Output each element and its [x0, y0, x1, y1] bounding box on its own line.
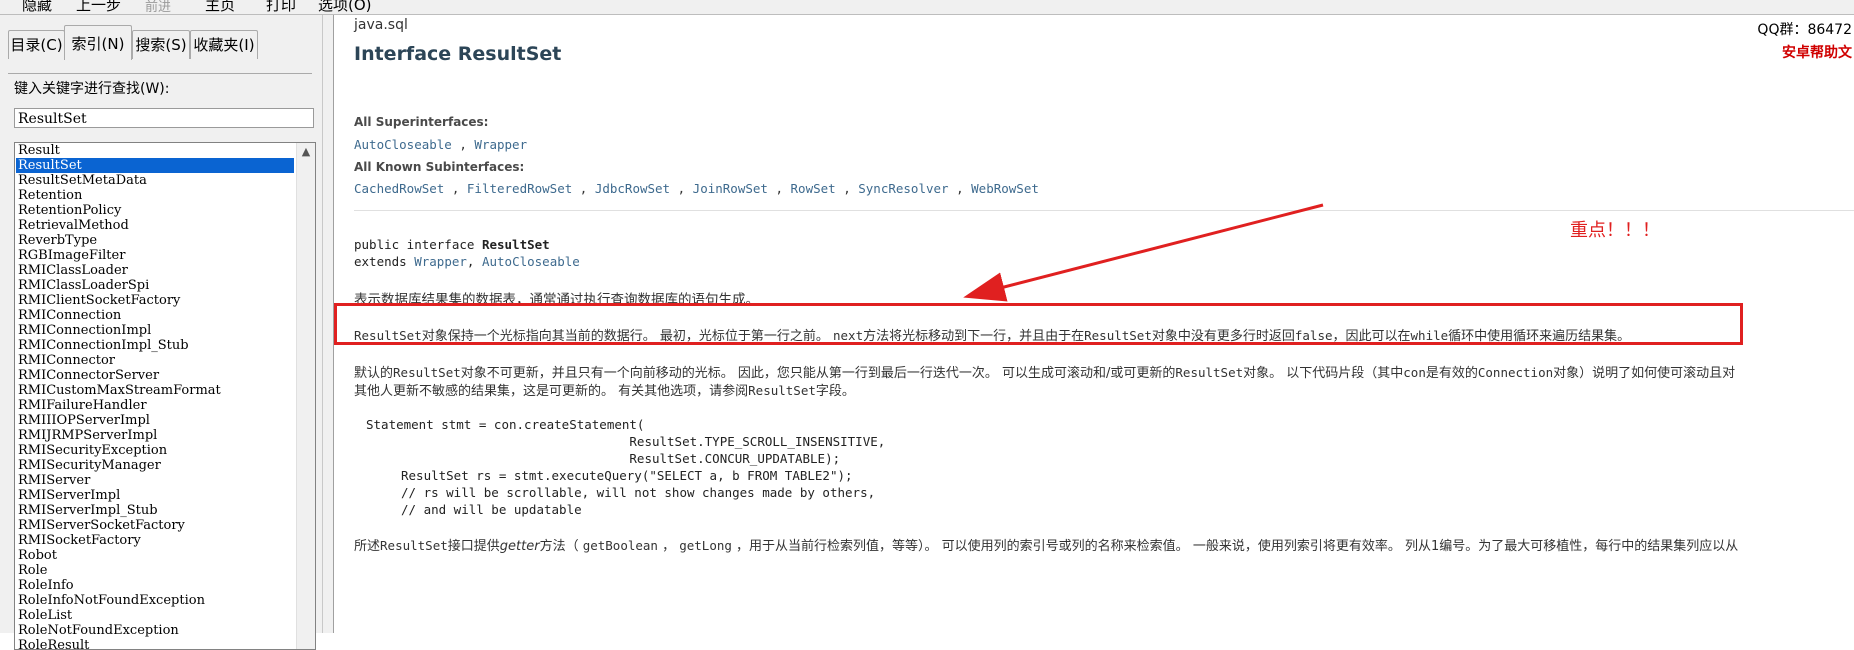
- list-item[interactable]: RoleNotFoundException: [16, 623, 294, 638]
- scroll-up-arrow-icon[interactable]: ▲: [297, 143, 315, 161]
- list-item[interactable]: Retention: [16, 188, 294, 203]
- index-list-items: Result ResultSet ResultSetMetaData Retentio…: [16, 143, 294, 649]
- list-item[interactable]: RetentionPolicy: [16, 203, 294, 218]
- keyword-input[interactable]: ResultSet: [14, 108, 314, 128]
- list-item[interactable]: RMIJRMPServerImpl: [16, 428, 294, 443]
- list-item[interactable]: Result: [16, 143, 294, 158]
- list-item[interactable]: RoleList: [16, 608, 294, 623]
- list-item[interactable]: RMISecurityException: [16, 443, 294, 458]
- list-item[interactable]: RMIServerImpl_Stub: [16, 503, 294, 518]
- index-list[interactable]: Result ResultSet ResultSetMetaData Retentio…: [14, 142, 316, 650]
- list-item[interactable]: RMISocketFactory: [16, 533, 294, 548]
- list-item[interactable]: RMISecurityManager: [16, 458, 294, 473]
- toolbar: 隐藏 上一步 前进 主页 打印 选项(O): [0, 0, 1854, 15]
- list-item[interactable]: RMIServerImpl: [16, 488, 294, 503]
- list-item[interactable]: RMIConnector: [16, 353, 294, 368]
- list-item[interactable]: RMIConnection: [16, 308, 294, 323]
- tab-divider: [8, 73, 312, 74]
- home-button[interactable]: 主页: [205, 0, 235, 14]
- document-pane: java.sql Interface ResultSet QQ群：86472 安…: [334, 15, 1854, 633]
- list-item[interactable]: RMIClassLoaderSpi: [16, 278, 294, 293]
- index-list-scrollbar[interactable]: ▲: [296, 143, 315, 649]
- list-item[interactable]: RMIConnectorServer: [16, 368, 294, 383]
- tab-search[interactable]: 搜索(S): [132, 30, 190, 59]
- tab-index[interactable]: 索引(N): [64, 25, 132, 60]
- list-item[interactable]: RMIFailureHandler: [16, 398, 294, 413]
- list-item[interactable]: RoleInfoNotFoundException: [16, 593, 294, 608]
- annotation-arrow-icon: [963, 203, 1324, 302]
- hide-button[interactable]: 隐藏: [22, 0, 52, 14]
- list-item[interactable]: Role: [16, 563, 294, 578]
- list-item[interactable]: ResultSet: [16, 158, 294, 173]
- tab-favorites[interactable]: 收藏夹(I): [190, 30, 258, 59]
- list-item[interactable]: RoleInfo: [16, 578, 294, 593]
- list-item[interactable]: RGBImageFilter: [16, 248, 294, 263]
- list-item[interactable]: RMIConnectionImpl_Stub: [16, 338, 294, 353]
- list-item[interactable]: ReverbType: [16, 233, 294, 248]
- pane-splitter[interactable]: [322, 15, 334, 633]
- list-item[interactable]: RMIIIOPServerImpl: [16, 413, 294, 428]
- list-item[interactable]: RMIClientSocketFactory: [16, 293, 294, 308]
- list-item[interactable]: RoleResult: [16, 638, 294, 649]
- list-item[interactable]: ResultSetMetaData: [16, 173, 294, 188]
- navigation-pane: 目录(C) 索引(N) 搜索(S) 收藏夹(I) 键入关键字进行查找(W): R…: [0, 15, 322, 650]
- list-item[interactable]: RMIServer: [16, 473, 294, 488]
- list-item[interactable]: RMIConnectionImpl: [16, 323, 294, 338]
- list-item[interactable]: RMICustomMaxStreamFormat: [16, 383, 294, 398]
- list-item[interactable]: Robot: [16, 548, 294, 563]
- forward-button[interactable]: 前进: [145, 0, 171, 14]
- tab-contents[interactable]: 目录(C): [8, 30, 65, 59]
- print-button[interactable]: 打印: [266, 0, 296, 14]
- list-item[interactable]: RetrievalMethod: [16, 218, 294, 233]
- list-item[interactable]: RMIServerSocketFactory: [16, 518, 294, 533]
- options-button[interactable]: 选项(O): [318, 0, 372, 14]
- back-button[interactable]: 上一步: [76, 0, 121, 14]
- list-item[interactable]: RMIClassLoader: [16, 263, 294, 278]
- keyword-label: 键入关键字进行查找(W):: [14, 81, 170, 97]
